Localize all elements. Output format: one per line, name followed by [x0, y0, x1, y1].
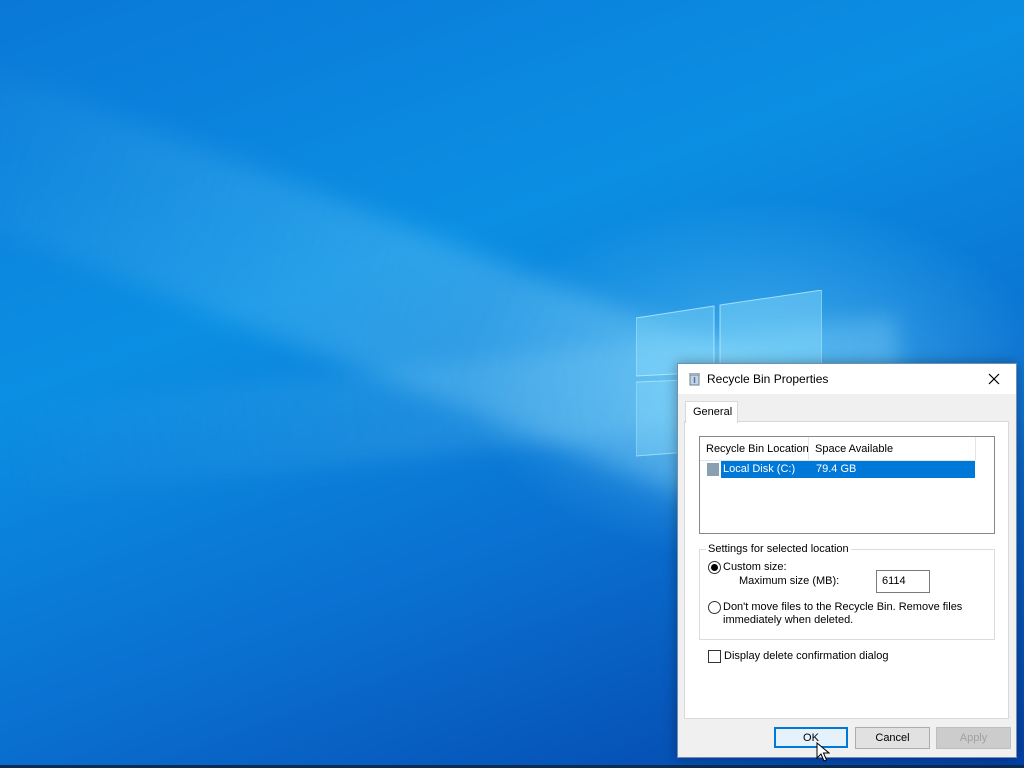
location-listview[interactable]: Recycle Bin Location Space Available Loc… [699, 436, 995, 534]
column-header-space[interactable]: Space Available [815, 443, 893, 455]
listview-header: Recycle Bin Location Space Available [700, 437, 976, 461]
column-header-location[interactable]: Recycle Bin Location [706, 443, 809, 455]
cancel-label: Cancel [875, 732, 910, 744]
location-cell: Local Disk (C:) [723, 463, 796, 475]
apply-button[interactable]: Apply [936, 727, 1011, 749]
space-cell: 79.4 GB [816, 463, 857, 475]
max-size-label: Maximum size (MB): [739, 575, 840, 587]
apply-label: Apply [959, 732, 988, 744]
max-size-input[interactable]: 6114 [876, 570, 930, 593]
dont-move-radio[interactable] [708, 601, 721, 614]
delete-confirmation-checkbox[interactable] [708, 650, 721, 663]
title-bar[interactable]: Recycle Bin Properties [678, 364, 1016, 394]
general-panel: Recycle Bin Location Space Available Loc… [684, 421, 1009, 719]
settings-group: Settings for selected location Custom si… [699, 543, 995, 640]
close-button[interactable] [972, 364, 1016, 394]
list-item-local-disk[interactable]: Local Disk (C:) 79.4 GB [706, 461, 975, 478]
window-title: Recycle Bin Properties [707, 372, 829, 386]
column-divider[interactable] [975, 437, 976, 460]
drive-icon [707, 463, 719, 476]
dont-move-label[interactable]: Don't move files to the Recycle Bin. Rem… [723, 601, 973, 627]
recycle-bin-properties-dialog: Recycle Bin Properties General Recycle B… [677, 363, 1017, 758]
delete-confirmation-label[interactable]: Display delete confirmation dialog [724, 650, 888, 662]
settings-group-label: Settings for selected location [706, 543, 851, 555]
tab-general-label: General [693, 406, 733, 418]
tab-general[interactable]: General [685, 401, 738, 423]
ok-button[interactable]: OK [774, 727, 848, 748]
custom-size-radio[interactable] [708, 561, 721, 574]
radio-selected-dot [711, 564, 718, 571]
recycle-bin-icon [689, 373, 700, 386]
close-icon [988, 373, 1000, 385]
column-divider[interactable] [808, 437, 809, 460]
custom-size-label[interactable]: Custom size: [723, 561, 787, 573]
cancel-button[interactable]: Cancel [855, 727, 930, 749]
max-size-value: 6114 [882, 575, 906, 587]
mouse-cursor-icon [816, 742, 830, 762]
